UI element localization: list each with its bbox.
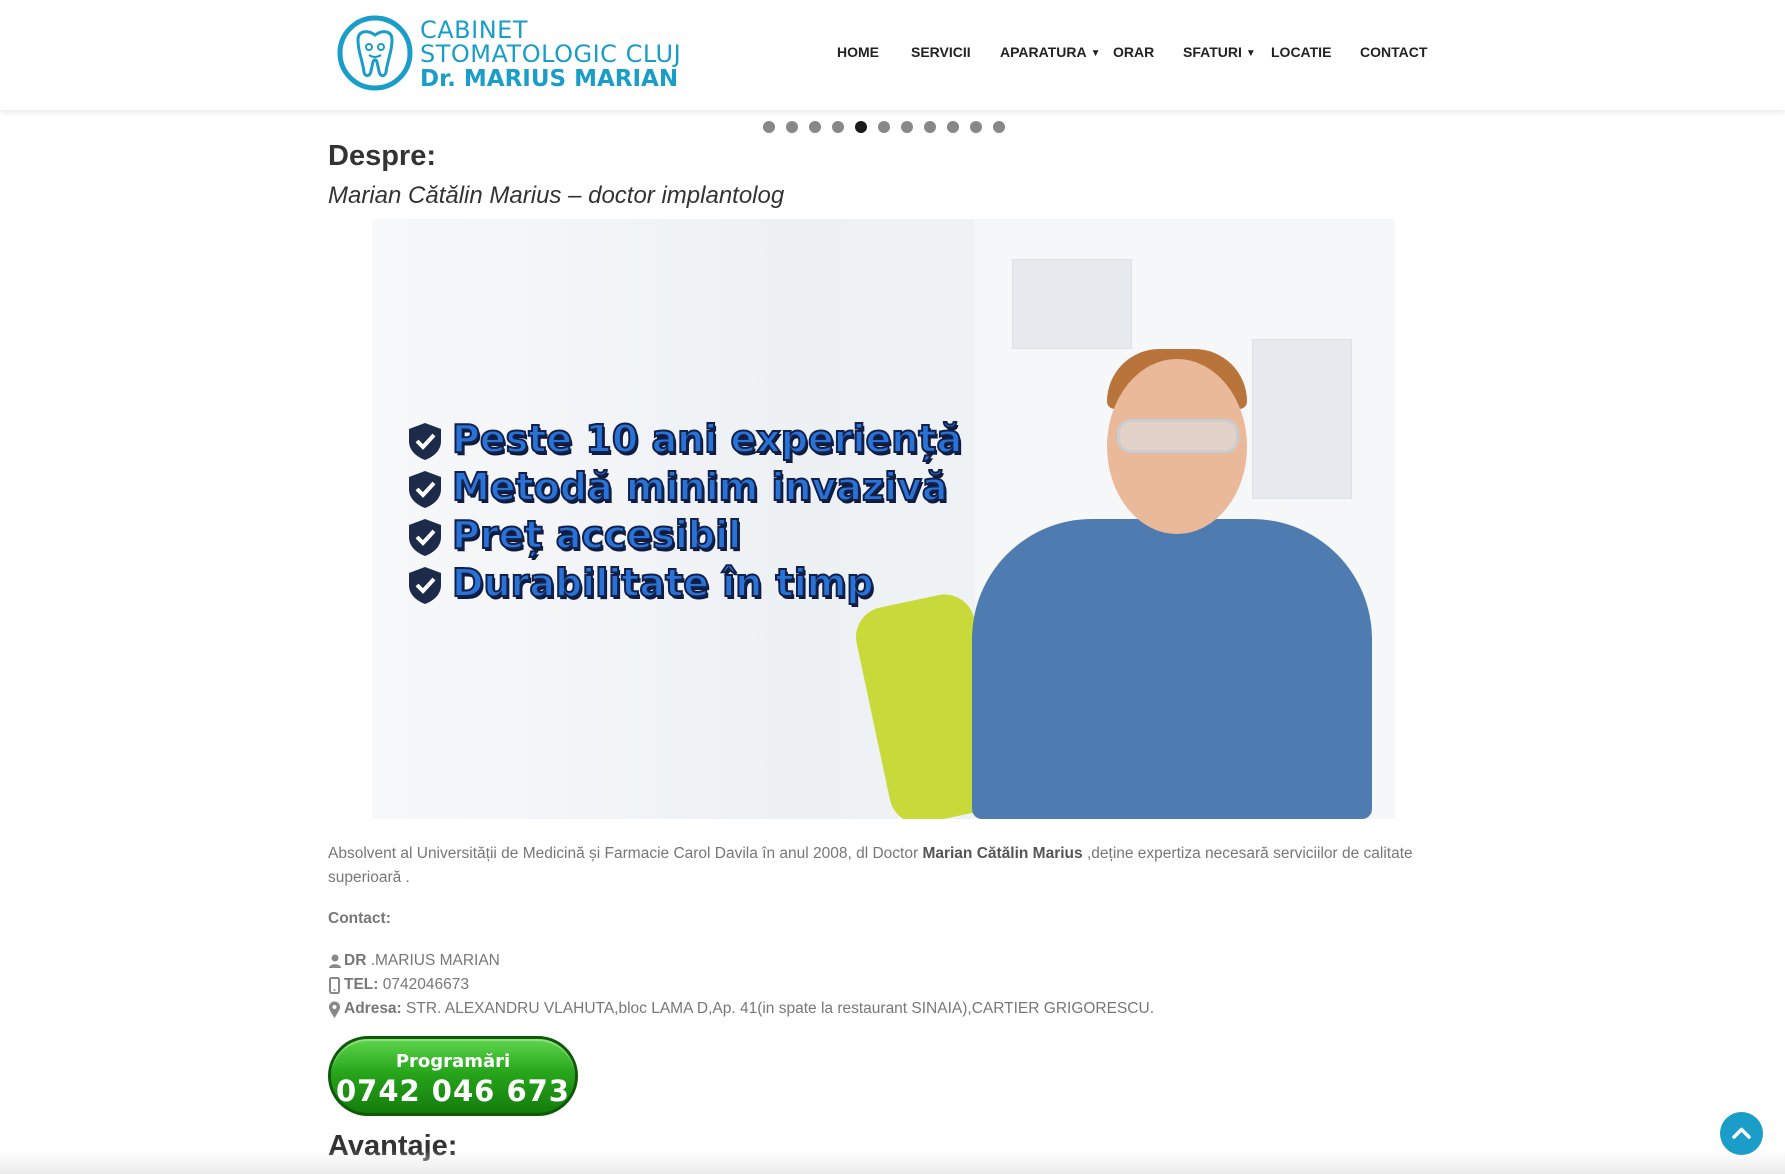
nav-home[interactable]: HOME	[837, 44, 879, 60]
appointment-phone: 0742 046 673	[336, 1074, 570, 1108]
shield-check-icon	[409, 567, 441, 604]
about-text: Absolvent al Universității de Medicină ș…	[328, 845, 923, 862]
nav-label: APARATURA	[1000, 44, 1087, 60]
caret-down-icon: ▼	[1245, 48, 1256, 59]
about-paragraph: Absolvent al Universității de Medicină ș…	[328, 842, 1448, 890]
slider-dot[interactable]	[901, 121, 913, 133]
mobile-phone-icon	[329, 977, 340, 994]
appointment-call-button[interactable]: Programări 0742 046 673	[328, 1036, 578, 1116]
slider-dot[interactable]	[809, 121, 821, 133]
contact-address-value: STR. ALEXANDRU VLAHUTA,bloc LAMA D,Ap. 4…	[401, 1000, 1154, 1017]
hero-benefit-text: Durabilitate în timp	[451, 560, 875, 606]
nav-label: HOME	[837, 44, 879, 60]
contact-tel-label: TEL:	[344, 976, 379, 993]
contact-info: DR .MARIUS MARIAN TEL: 0742046673 Adresa…	[328, 949, 1154, 1021]
about-heading: Despre:	[328, 140, 436, 172]
contact-doctor-label: DR	[344, 952, 367, 969]
contact-address-label: Adresa:	[344, 1000, 402, 1017]
nav-contact[interactable]: CONTACT	[1360, 44, 1427, 60]
doctor-figure	[972, 519, 1372, 819]
doctor-subtitle: Marian Cătălin Marius – doctor implantol…	[328, 182, 785, 209]
contact-doctor: DR .MARIUS MARIAN	[328, 949, 1154, 973]
slider-dot[interactable]	[924, 121, 936, 133]
nav-label: ORAR	[1113, 44, 1155, 60]
nav-label: SERVICII	[911, 44, 971, 60]
slider-dot[interactable]	[947, 121, 959, 133]
doctor-glasses	[1117, 419, 1239, 453]
main-nav: HOME SERVICII APARATURA ▼ ORAR SFATURI ▼ L…	[0, 44, 1785, 64]
bottom-shade	[0, 1150, 1785, 1174]
nav-orar[interactable]: ORAR	[1113, 44, 1154, 60]
user-icon	[329, 954, 341, 968]
slider-dot[interactable]	[993, 121, 1005, 133]
hero-image: Peste 10 ani experiență Metodă minim inv…	[372, 219, 1395, 819]
nav-sfaturi[interactable]: SFATURI ▼	[1183, 44, 1256, 60]
nav-label: LOCATIE	[1271, 44, 1332, 60]
slider-dot[interactable]	[786, 121, 798, 133]
shield-check-icon	[409, 423, 441, 460]
hero-benefit-text: Metodă minim invazivă	[451, 464, 949, 510]
nav-servicii[interactable]: SERVICII	[911, 44, 971, 60]
back-to-top-button[interactable]	[1720, 1112, 1763, 1155]
shield-check-icon	[409, 519, 441, 556]
slider-dot[interactable]	[832, 121, 844, 133]
map-marker-icon	[329, 1001, 340, 1018]
wall-cabinet	[1252, 339, 1352, 499]
contact-address: Adresa: STR. ALEXANDRU VLAHUTA,bloc LAMA…	[328, 997, 1154, 1021]
slider-dot-active[interactable]	[855, 121, 867, 133]
appointment-label: Programări	[395, 1051, 511, 1072]
contact-heading: Contact:	[328, 910, 391, 927]
logo-text-doctor: Dr. MARIUS MARIAN	[420, 66, 679, 92]
contact-tel-value[interactable]: 0742046673	[378, 976, 469, 993]
nav-label: SFATURI	[1183, 44, 1242, 60]
site-header: CABINET STOMATOLOGIC CLUJ Dr. MARIUS MAR…	[0, 0, 1785, 110]
doctor-name: Marian Cătălin Marius	[922, 845, 1083, 862]
chevron-up-icon	[1732, 1127, 1751, 1139]
shield-check-icon	[409, 471, 441, 508]
nav-aparatura[interactable]: APARATURA ▼	[1000, 44, 1101, 60]
contact-tel: TEL: 0742046673	[328, 973, 1154, 997]
nav-label: CONTACT	[1360, 44, 1428, 60]
slider-dot[interactable]	[970, 121, 982, 133]
slider-dot[interactable]	[878, 121, 890, 133]
hero-benefit-text: Peste 10 ani experiență	[451, 416, 963, 462]
nav-locatie[interactable]: LOCATIE	[1271, 44, 1331, 60]
slider-dot[interactable]	[763, 121, 775, 133]
contact-doctor-value: .MARIUS MARIAN	[366, 952, 500, 969]
caret-down-icon: ▼	[1090, 48, 1101, 59]
slider-pagination	[0, 121, 1785, 135]
wall-cabinet	[1012, 259, 1132, 349]
hero-benefit-text: Preț accesibil	[451, 512, 742, 558]
